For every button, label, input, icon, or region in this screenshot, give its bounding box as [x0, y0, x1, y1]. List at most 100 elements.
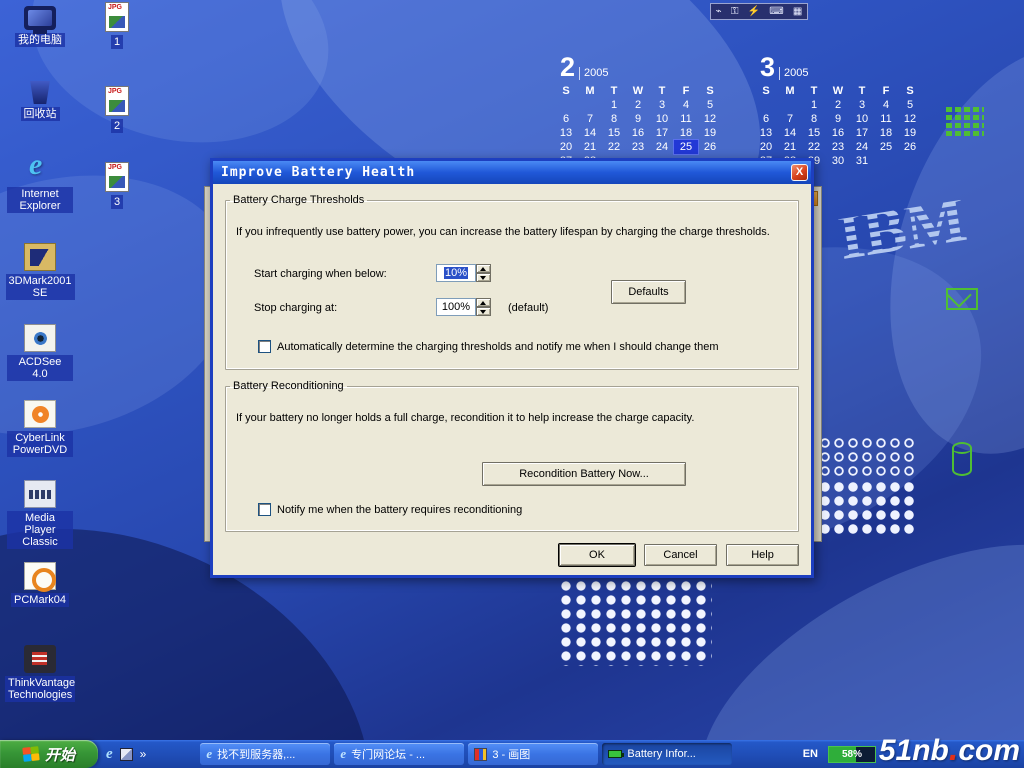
battery-charge-thresholds-group: Battery Charge Thresholds If you infrequ…: [225, 194, 799, 370]
calendar-day-header: T: [802, 84, 826, 98]
calendar-day: 3: [650, 98, 674, 112]
ok-button[interactable]: OK: [559, 544, 635, 566]
calendar-month: 2 2005 SMTWTFS 1234567891011121314151617…: [554, 54, 726, 168]
desktop-icon-internet-explorer[interactable]: Internet Explorer: [7, 156, 73, 213]
watermark-51nb: 51nb.com: [879, 734, 1020, 768]
group-title: Battery Reconditioning: [230, 380, 347, 392]
calendar-day: 24: [650, 140, 674, 154]
start-charging-spinner[interactable]: 10%: [436, 264, 491, 282]
calendar-day-header: W: [826, 84, 850, 98]
calendar-day: 3: [850, 98, 874, 112]
task-label: 3 - 画图: [492, 746, 530, 762]
calendar-day: 26: [698, 140, 722, 154]
calendar-day-header: F: [674, 84, 698, 98]
3dmark-icon: [24, 243, 56, 271]
desktop-icon-thinkvantage[interactable]: ThinkVantage Technologies: [7, 645, 73, 702]
screen-tray-widget[interactable]: [710, 3, 808, 20]
start-charging-value[interactable]: 10%: [436, 264, 476, 282]
stop-charging-spinner[interactable]: 100%: [436, 298, 491, 316]
spin-down-button[interactable]: [476, 273, 491, 282]
desktop-icon-label: ACDSee 4.0: [7, 355, 73, 381]
calendar-day: 11: [874, 112, 898, 126]
desktop-icon-jpg-3[interactable]: 3: [92, 162, 142, 209]
calendar-day: 30: [826, 154, 850, 168]
language-indicator[interactable]: EN: [803, 748, 818, 760]
thinkvantage-icon: [24, 645, 56, 673]
desktop-icon-powerdvd[interactable]: CyberLink PowerDVD: [7, 400, 73, 457]
watermark-prefix: 51nb: [879, 734, 949, 767]
desktop-icon-label: PCMark04: [11, 593, 69, 607]
calendar-day-header: S: [554, 84, 578, 98]
calendar-day: 18: [874, 126, 898, 140]
calendar-day-header: S: [754, 84, 778, 98]
dialog-buttons: OK Cancel Help: [559, 544, 799, 566]
calendar-day: 9: [626, 112, 650, 126]
calendar-day: [754, 98, 778, 112]
desktop-icon-jpg-2[interactable]: 2: [92, 86, 142, 133]
spin-down-button[interactable]: [476, 307, 491, 316]
desktop-icon-my-computer[interactable]: 我的电脑: [7, 6, 73, 47]
acdsee-icon: [24, 324, 56, 352]
powerdvd-icon: [24, 400, 56, 428]
taskbar-tasks: 找不到服务器,... 专门网论坛 - ... 3 - 画图 Battery In…: [200, 743, 732, 765]
calendar-day: [874, 154, 898, 168]
internet-explorer-icon: [24, 156, 56, 184]
calendar-day: 31: [850, 154, 874, 168]
quicklaunch-chevron-icon[interactable]: »: [140, 747, 147, 761]
desktop-icon-recycle-bin[interactable]: 回收站: [7, 76, 73, 121]
cancel-button[interactable]: Cancel: [644, 544, 717, 566]
spin-up-button[interactable]: [476, 264, 491, 273]
calendar-day: 15: [802, 126, 826, 140]
calendar-day: 10: [850, 112, 874, 126]
dialog-titlebar[interactable]: Improve Battery Health X: [213, 161, 811, 184]
close-button[interactable]: X: [791, 164, 808, 181]
auto-thresholds-checkbox[interactable]: [258, 340, 271, 353]
auto-thresholds-checkbox-label: Automatically determine the charging thr…: [277, 341, 718, 353]
taskbar-task-server[interactable]: 找不到服务器,...: [200, 743, 330, 765]
desktop-icon-acdsee[interactable]: ACDSee 4.0: [7, 324, 73, 381]
defaults-button[interactable]: Defaults: [611, 280, 686, 304]
calendar-day: 16: [826, 126, 850, 140]
desktop-icon-label: 我的电脑: [15, 33, 65, 47]
calendar-day: 2: [826, 98, 850, 112]
quicklaunch-media-icon[interactable]: [120, 748, 133, 761]
start-button[interactable]: 开始: [0, 740, 98, 768]
calendar-day: 12: [898, 112, 922, 126]
spin-up-button[interactable]: [476, 298, 491, 307]
calendar-month-number: 2: [560, 54, 575, 80]
taskbar: 开始 » 找不到服务器,... 专门网论坛 - ... 3 - 画图 Batte…: [0, 740, 1024, 768]
calendar-title: 3 2005: [754, 54, 926, 80]
notify-reconditioning-checkbox[interactable]: [258, 503, 271, 516]
taskbar-task-forum[interactable]: 专门网论坛 - ...: [334, 743, 464, 765]
desktop-icon-mpc[interactable]: Media Player Classic: [7, 480, 73, 549]
desktop-icon-pcmark04[interactable]: PCMark04: [7, 562, 73, 607]
calendar-day: 15: [602, 126, 626, 140]
calendar-day: 21: [578, 140, 602, 154]
wallpaper-dot-grid: [818, 480, 918, 538]
calendar-day: 20: [554, 140, 578, 154]
calendar-day: 13: [754, 126, 778, 140]
quicklaunch-ie-icon[interactable]: [106, 745, 113, 763]
calendar-day: 4: [874, 98, 898, 112]
calendar-day: 18: [674, 126, 698, 140]
stop-charging-value[interactable]: 100%: [436, 298, 476, 316]
notes-icon: [793, 4, 802, 19]
wallpaper-dot-grid: [818, 436, 918, 480]
calendar-day-header: T: [650, 84, 674, 98]
calendar-day: 4: [674, 98, 698, 112]
desktop-icon-label: 回收站: [21, 107, 60, 121]
battery-meter[interactable]: 58%: [828, 746, 876, 763]
recondition-battery-button[interactable]: Recondition Battery Now...: [482, 462, 686, 486]
help-button[interactable]: Help: [726, 544, 799, 566]
calendar-week-row: 6789101112: [754, 112, 926, 126]
desktop-icon-3dmark2001[interactable]: 3DMark2001 SE: [7, 243, 73, 300]
calendar-day: 6: [554, 112, 578, 126]
keypad-icon: [946, 106, 984, 136]
calendar-day: 17: [650, 126, 674, 140]
taskbar-task-battery-information[interactable]: Battery Infor...: [602, 743, 732, 765]
desktop-icon-label: Media Player Classic: [7, 511, 73, 549]
ibm-logo: IBM: [831, 177, 991, 277]
watermark-suffix: com: [958, 734, 1020, 767]
taskbar-task-paint[interactable]: 3 - 画图: [468, 743, 598, 765]
desktop-icon-jpg-1[interactable]: 1: [92, 2, 142, 49]
